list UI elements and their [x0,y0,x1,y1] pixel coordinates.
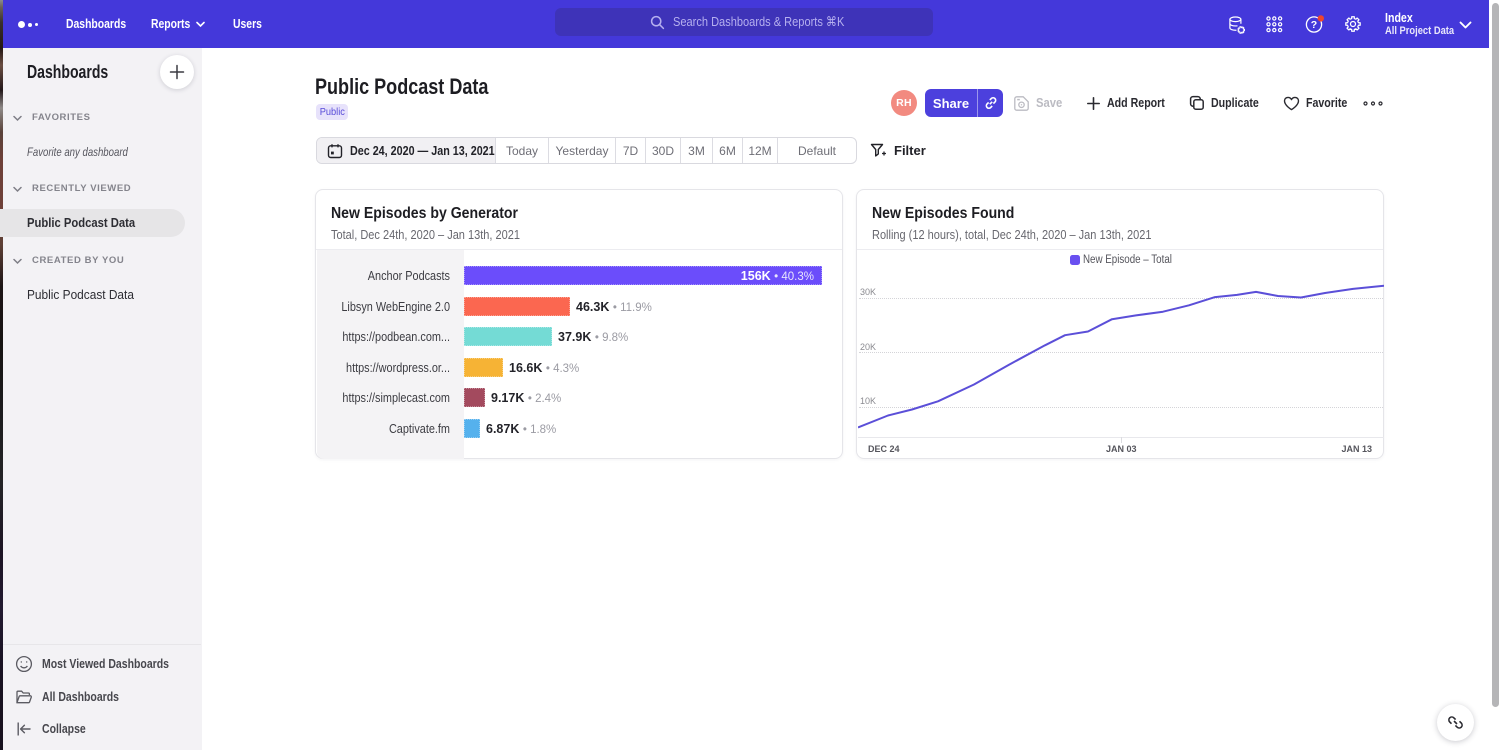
svg-text:?: ? [1311,19,1317,31]
